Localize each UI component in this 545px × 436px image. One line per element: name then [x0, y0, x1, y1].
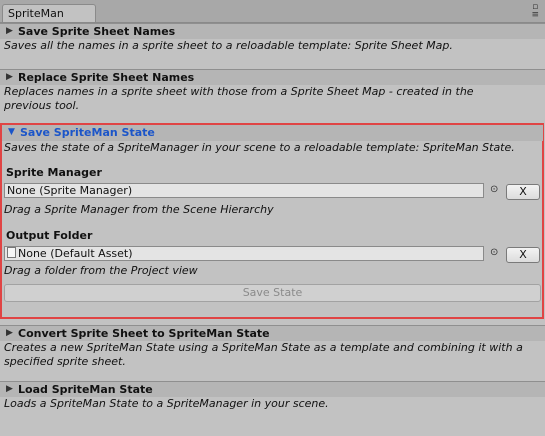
section-description: Creates a new SpriteMan State using a Sp… [4, 341, 523, 354]
output-folder-hint: Drag a folder from the Project view [4, 264, 198, 277]
section-description: Saves the state of a SpriteManager in yo… [4, 141, 515, 154]
section-description: previous tool. [4, 99, 80, 112]
output-folder-label: Output Folder [6, 229, 93, 242]
triangle-down-icon: ▼ [8, 127, 15, 137]
object-picker-icon[interactable]: ⊙ [490, 247, 498, 258]
sprite-manager-field[interactable]: None (Sprite Manager) [4, 183, 484, 198]
sprite-manager-label: Sprite Manager [6, 166, 102, 179]
tab-spriteman[interactable]: SpriteMan [2, 4, 96, 22]
section-header-save-sprite-sheet-names[interactable]: ▶ Save Sprite Sheet Names [0, 23, 545, 39]
output-folder-field[interactable]: None (Default Asset) [4, 246, 484, 261]
section-description: Loads a SpriteMan State to a SpriteManag… [4, 397, 329, 410]
window-menu-icons[interactable]: ▫ ≡ [531, 3, 539, 20]
clear-output-folder-button[interactable]: X [506, 247, 540, 263]
sprite-manager-hint: Drag a Sprite Manager from the Scene Hie… [4, 203, 274, 216]
section-title: Convert Sprite Sheet to SpriteMan State [18, 327, 270, 340]
save-state-button[interactable]: Save State [4, 284, 541, 302]
section-description: Saves all the names in a sprite sheet to… [4, 39, 453, 52]
section-header-save-spriteman-state[interactable]: ▼ Save SpriteMan State [2, 125, 543, 141]
section-description: Replaces names in a sprite sheet with th… [4, 85, 474, 98]
section-header-load-spriteman-state[interactable]: ▶ Load SpriteMan State [0, 381, 545, 397]
section-description: specified sprite sheet. [4, 355, 126, 368]
tab-title: SpriteMan [8, 7, 64, 20]
section-title: Save SpriteMan State [20, 126, 155, 139]
folder-asset-icon [7, 247, 16, 258]
triangle-right-icon: ▶ [6, 72, 13, 82]
output-folder-value: None (Default Asset) [18, 247, 133, 260]
object-picker-icon[interactable]: ⊙ [490, 184, 498, 195]
section-title: Save Sprite Sheet Names [18, 25, 176, 38]
triangle-right-icon: ▶ [6, 384, 13, 394]
section-title: Load SpriteMan State [18, 383, 153, 396]
window-tab-bar: SpriteMan ▫ ≡ [0, 0, 545, 23]
section-header-convert-sprite-sheet[interactable]: ▶ Convert Sprite Sheet to SpriteMan Stat… [0, 325, 545, 341]
section-title: Replace Sprite Sheet Names [18, 71, 195, 84]
triangle-right-icon: ▶ [6, 328, 13, 338]
section-header-replace-sprite-sheet-names[interactable]: ▶ Replace Sprite Sheet Names [0, 69, 545, 85]
triangle-right-icon: ▶ [6, 26, 13, 36]
menu-icon[interactable]: ≡ [531, 11, 539, 20]
clear-sprite-manager-button[interactable]: X [506, 184, 540, 200]
